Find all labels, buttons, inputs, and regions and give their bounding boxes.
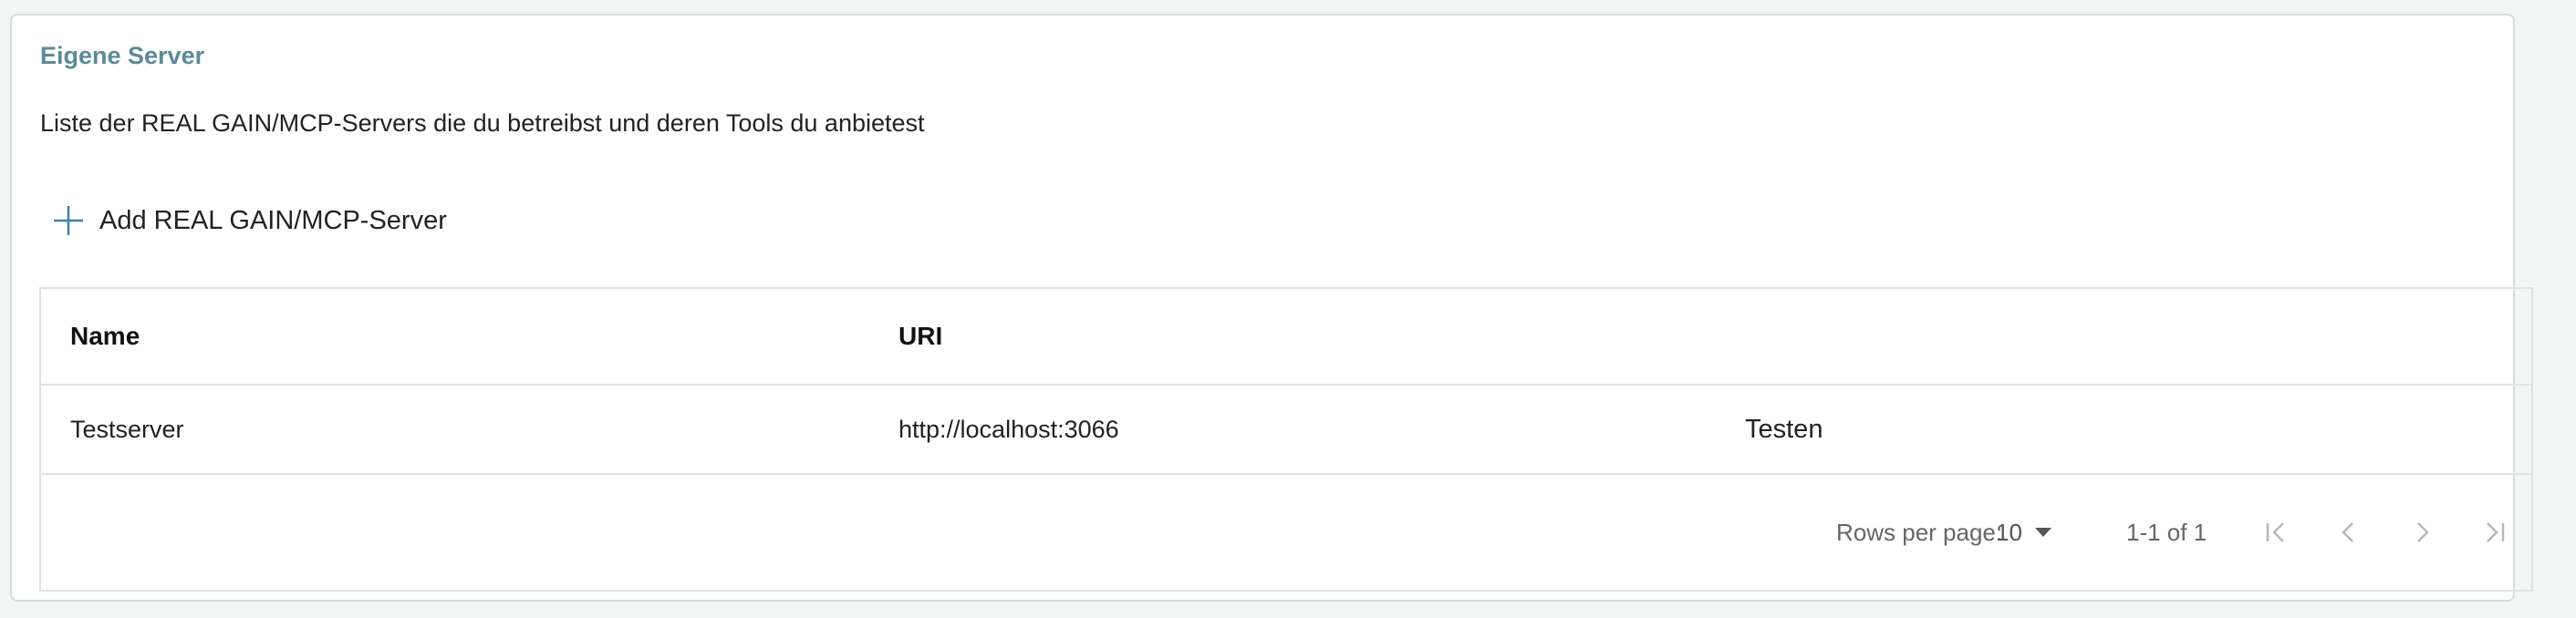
own-servers-card: Eigene Server Liste der REAL GAIN/MCP-Se… — [10, 14, 2533, 602]
pagination-range: 1-1 of 1 — [2126, 518, 2207, 546]
last-page-button[interactable] — [2469, 475, 2520, 590]
plus-icon — [54, 206, 83, 235]
first-page-button[interactable] — [2250, 475, 2301, 590]
previous-page-icon — [2342, 522, 2353, 542]
test-server-button[interactable]: Testen — [1745, 386, 1823, 473]
add-server-label: Add REAL GAIN/MCP-Server — [99, 205, 447, 235]
table-header-row: Name URI — [41, 289, 2531, 386]
table-pagination: Rows per page: 10 1-1 of 1 — [41, 475, 2531, 590]
next-page-icon — [2417, 522, 2429, 542]
next-page-button[interactable] — [2396, 475, 2447, 590]
rows-per-page-select[interactable]: 10 — [1996, 475, 2051, 590]
dropdown-caret-icon — [2034, 528, 2051, 537]
servers-table: Name URI Testserver http://localhost:306… — [39, 287, 2533, 592]
rows-per-page-label: Rows per page: — [1836, 518, 2003, 546]
card-description: Liste der REAL GAIN/MCP-Servers die du b… — [40, 109, 925, 137]
server-uri-cell: http://localhost:3066 — [898, 415, 1119, 443]
server-name-cell: Testserver — [70, 415, 184, 443]
card-title: Eigene Server — [40, 42, 205, 69]
table-row: Testserver http://localhost:3066 Testen — [41, 386, 2531, 475]
last-page-icon — [2487, 522, 2505, 542]
previous-page-button[interactable] — [2323, 475, 2374, 590]
add-server-button[interactable]: Add REAL GAIN/MCP-Server — [52, 196, 447, 245]
rows-per-page-value: 10 — [1996, 518, 2022, 546]
column-header-name: Name — [70, 322, 140, 350]
column-header-uri: URI — [898, 322, 943, 350]
first-page-icon — [2266, 522, 2284, 542]
